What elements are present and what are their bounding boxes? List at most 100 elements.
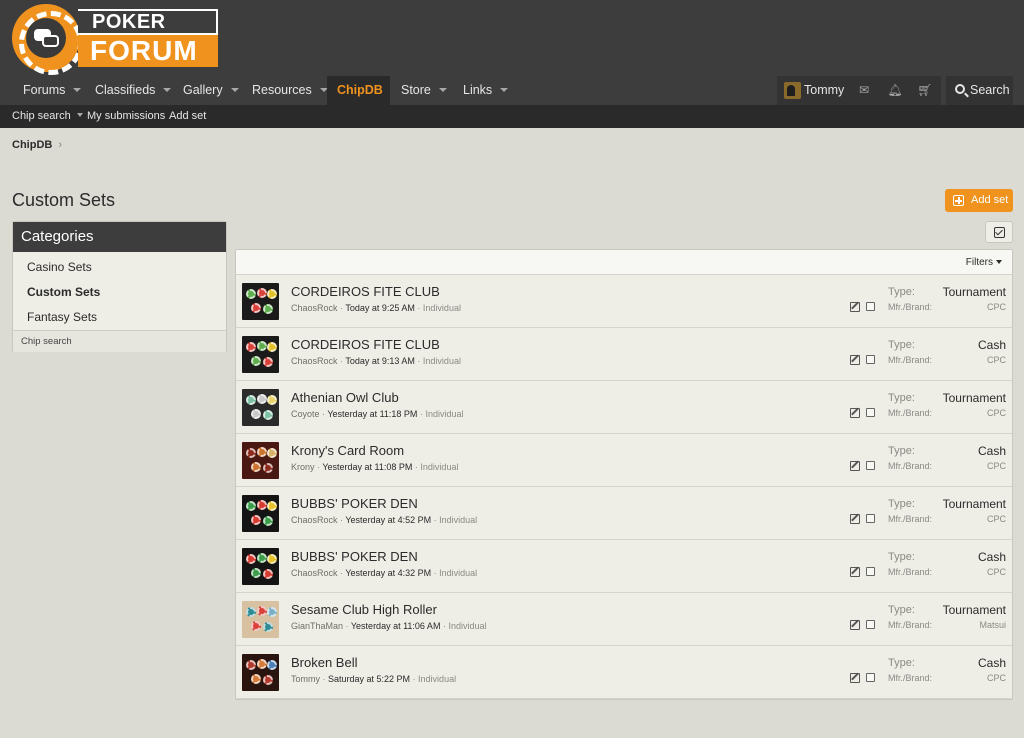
set-row[interactable]: BUBBS' POKER DEN ChaosRock · Yesterday a… bbox=[236, 540, 1012, 593]
select-checkbox[interactable] bbox=[866, 408, 875, 417]
user-name[interactable]: Tommy bbox=[804, 76, 844, 105]
user-menu[interactable]: Tommy ✉ 🔔︎ 🛒︎ bbox=[777, 76, 941, 105]
chevron-down-icon[interactable] bbox=[230, 88, 239, 92]
set-row[interactable]: Krony's Card Room Krony · Yesterday at 1… bbox=[236, 434, 1012, 487]
sidebar-item-custom-sets[interactable]: Custom Sets bbox=[27, 285, 100, 299]
brand-label: Mfr./Brand: bbox=[888, 620, 933, 630]
subnav-my-submissions[interactable]: My submissions bbox=[87, 105, 165, 128]
select-checkbox[interactable] bbox=[866, 620, 875, 629]
brand-label: Mfr./Brand: bbox=[888, 514, 933, 524]
edit-icon[interactable] bbox=[850, 673, 860, 683]
edit-icon[interactable] bbox=[850, 567, 860, 577]
brand-label: Mfr./Brand: bbox=[888, 302, 933, 312]
set-author[interactable]: ChaosRock bbox=[291, 356, 338, 366]
type-value: Cash bbox=[977, 444, 1006, 458]
brand-label: Mfr./Brand: bbox=[888, 355, 933, 365]
set-thumbnail[interactable] bbox=[242, 442, 279, 479]
bell-icon[interactable]: 🔔︎ bbox=[884, 76, 906, 105]
set-author[interactable]: GianThaMan bbox=[291, 621, 343, 631]
sidebar-item-fantasy-sets[interactable]: Fantasy Sets bbox=[27, 310, 97, 324]
set-thumbnail[interactable] bbox=[242, 283, 279, 320]
edit-icon[interactable] bbox=[850, 461, 860, 471]
select-checkbox[interactable] bbox=[866, 567, 875, 576]
checkbox-check-icon bbox=[994, 227, 1005, 238]
nav-item-gallery[interactable]: Gallery bbox=[173, 76, 249, 105]
envelope-icon[interactable]: ✉ bbox=[853, 76, 875, 105]
set-author[interactable]: ChaosRock bbox=[291, 303, 338, 313]
sidebar-chip-search-link[interactable]: Chip search bbox=[13, 330, 226, 352]
set-author[interactable]: ChaosRock bbox=[291, 515, 338, 525]
set-row[interactable]: CORDEIROS FITE CLUB ChaosRock · Today at… bbox=[236, 328, 1012, 381]
select-toggle-button[interactable] bbox=[985, 221, 1013, 243]
set-title[interactable]: Broken Bell bbox=[291, 655, 357, 670]
set-thumbnail[interactable] bbox=[242, 654, 279, 691]
subnav-add-set[interactable]: Add set bbox=[169, 105, 206, 128]
chevron-down-icon[interactable] bbox=[500, 88, 509, 92]
breadcrumb[interactable]: ChipDB › bbox=[12, 139, 62, 151]
set-row[interactable]: CORDEIROS FITE CLUB ChaosRock · Today at… bbox=[236, 275, 1012, 328]
sidebar-item-casino-sets[interactable]: Casino Sets bbox=[27, 260, 92, 274]
site-logo[interactable]: POKER CHIP FORUM bbox=[12, 4, 218, 75]
nav-item-links[interactable]: Links bbox=[453, 76, 518, 105]
edit-icon[interactable] bbox=[850, 620, 860, 630]
chevron-down-icon[interactable] bbox=[76, 113, 83, 117]
set-author[interactable]: Tommy bbox=[291, 674, 320, 684]
set-thumbnail[interactable] bbox=[242, 548, 279, 585]
categories-sidebar: Categories Casino Sets Custom Sets Fanta… bbox=[12, 221, 227, 352]
chevron-down-icon[interactable] bbox=[73, 88, 82, 92]
sets-list: Filters CORDEIROS FITE CLUB ChaosRock · … bbox=[235, 249, 1013, 700]
set-author[interactable]: ChaosRock bbox=[291, 568, 338, 578]
set-title[interactable]: BUBBS' POKER DEN bbox=[291, 496, 418, 511]
set-title[interactable]: CORDEIROS FITE CLUB bbox=[291, 284, 440, 299]
nav-item-classifieds[interactable]: Classifieds bbox=[85, 76, 181, 105]
type-label: Type: bbox=[888, 604, 915, 616]
plus-square-icon bbox=[953, 195, 964, 206]
set-kind: Individual bbox=[420, 462, 459, 472]
set-title[interactable]: Krony's Card Room bbox=[291, 443, 404, 458]
avatar[interactable] bbox=[784, 82, 801, 99]
set-title[interactable]: Sesame Club High Roller bbox=[291, 602, 437, 617]
set-author[interactable]: Coyote bbox=[291, 409, 320, 419]
set-meta: ChaosRock · Yesterday at 4:52 PM · Indiv… bbox=[291, 515, 478, 525]
subnav-chip-search[interactable]: Chip search bbox=[12, 105, 83, 128]
set-row[interactable]: Broken Bell Tommy · Saturday at 5:22 PM … bbox=[236, 646, 1012, 699]
set-thumbnail[interactable] bbox=[242, 495, 279, 532]
edit-icon[interactable] bbox=[850, 408, 860, 418]
set-thumbnail[interactable] bbox=[242, 336, 279, 373]
type-label: Type: bbox=[888, 445, 915, 457]
type-label: Type: bbox=[888, 339, 915, 351]
select-checkbox[interactable] bbox=[866, 461, 875, 470]
set-row[interactable]: Athenian Owl Club Coyote · Yesterday at … bbox=[236, 381, 1012, 434]
set-title[interactable]: BUBBS' POKER DEN bbox=[291, 549, 418, 564]
nav-item-resources[interactable]: Resources bbox=[242, 76, 338, 105]
add-set-button[interactable]: Add set bbox=[945, 189, 1013, 212]
set-thumbnail[interactable] bbox=[242, 389, 279, 426]
set-row[interactable]: Sesame Club High Roller GianThaMan · Yes… bbox=[236, 593, 1012, 646]
set-meta: ChaosRock · Today at 9:25 AM · Individua… bbox=[291, 303, 461, 313]
select-checkbox[interactable] bbox=[866, 673, 875, 682]
nav-item-forums[interactable]: Forums bbox=[13, 76, 91, 105]
type-value: Tournament bbox=[942, 497, 1006, 511]
select-checkbox[interactable] bbox=[866, 302, 875, 311]
select-checkbox[interactable] bbox=[866, 514, 875, 523]
set-title[interactable]: Athenian Owl Club bbox=[291, 390, 399, 405]
search-button[interactable]: Search bbox=[946, 76, 1013, 105]
chevron-down-icon[interactable] bbox=[438, 88, 447, 92]
edit-icon[interactable] bbox=[850, 514, 860, 524]
filters-button[interactable]: Filters bbox=[966, 250, 1002, 275]
set-time: Today at 9:13 AM bbox=[345, 356, 415, 366]
set-thumbnail[interactable] bbox=[242, 601, 279, 638]
edit-icon[interactable] bbox=[850, 302, 860, 312]
edit-icon[interactable] bbox=[850, 355, 860, 365]
set-row[interactable]: BUBBS' POKER DEN ChaosRock · Yesterday a… bbox=[236, 487, 1012, 540]
select-checkbox[interactable] bbox=[866, 355, 875, 364]
chevron-down-icon[interactable] bbox=[163, 88, 172, 92]
nav-item-chipdb[interactable]: ChipDB bbox=[327, 76, 390, 105]
nav-item-store[interactable]: Store bbox=[391, 76, 457, 105]
set-title[interactable]: CORDEIROS FITE CLUB bbox=[291, 337, 440, 352]
cart-icon[interactable]: 🛒︎ bbox=[914, 76, 936, 105]
set-author[interactable]: Krony bbox=[291, 462, 315, 472]
type-value: Tournament bbox=[942, 391, 1006, 405]
set-meta: ChaosRock · Yesterday at 4:32 PM · Indiv… bbox=[291, 568, 478, 578]
set-kind: Individual bbox=[422, 303, 461, 313]
